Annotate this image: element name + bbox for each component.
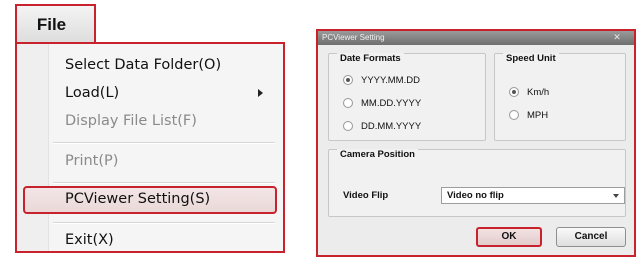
video-flip-select[interactable]: Video no flip <box>441 187 625 204</box>
date-formats-title: Date Formats <box>337 53 404 65</box>
speed-unit-title: Speed Unit <box>503 53 559 65</box>
radio-selected-icon[interactable] <box>343 75 353 85</box>
video-flip-value: Video no flip <box>447 190 504 201</box>
cancel-button[interactable]: Cancel <box>556 227 626 247</box>
menu-item-pcviewer-setting[interactable]: PCViewer Setting(S) <box>23 186 277 214</box>
file-menu-tab[interactable]: File <box>15 4 96 44</box>
menu-item-label: PCViewer Setting(S) <box>65 191 211 207</box>
radio-speed-mph[interactable]: MPH <box>509 108 548 122</box>
menu-item-exit[interactable]: Exit(X) <box>51 227 277 253</box>
radio-icon[interactable] <box>343 121 353 131</box>
radio-date-mm-dd-yyyy[interactable]: MM.DD.YYYY <box>343 96 421 110</box>
radio-selected-icon[interactable] <box>509 87 519 97</box>
radio-date-dd-mm-yyyy[interactable]: DD.MM.YYYY <box>343 119 421 133</box>
radio-icon[interactable] <box>343 98 353 108</box>
radio-speed-kmh[interactable]: Km/h <box>509 85 549 99</box>
radio-label: DD.MM.YYYY <box>361 120 422 132</box>
video-flip-label: Video Flip <box>343 190 389 201</box>
submenu-arrow-icon <box>258 89 263 97</box>
ok-button[interactable]: OK <box>476 227 542 247</box>
close-icon[interactable]: ✕ <box>606 31 628 43</box>
menu-item-label: Print(P) <box>65 153 119 169</box>
radio-label: Km/h <box>527 86 550 98</box>
dialog-title-bar[interactable]: PCViewer Setting ✕ <box>318 31 634 45</box>
menu-item-label: Load(L) <box>65 85 120 101</box>
radio-label: YYYY.MM.DD <box>361 74 420 86</box>
menu-item-display-file-list: Display File List(F) <box>51 108 277 134</box>
pcviewer-setting-dialog: PCViewer Setting ✕ Date Formats YYYY.MM.… <box>316 29 636 257</box>
date-formats-group: Date Formats YYYY.MM.DD MM.DD.YYYY DD.MM… <box>328 53 486 141</box>
radio-date-yyyy-mm-dd[interactable]: YYYY.MM.DD <box>343 73 420 87</box>
speed-unit-group: Speed Unit Km/h MPH <box>494 53 626 141</box>
radio-label: MPH <box>527 109 549 121</box>
menu-item-load[interactable]: Load(L) <box>51 80 277 106</box>
menu-item-label: Display File List(F) <box>65 113 197 129</box>
menu-item-print: Print(P) <box>51 148 277 174</box>
camera-position-group: Camera Position Video Flip Video no flip <box>328 149 626 217</box>
menu-separator <box>53 222 275 224</box>
camera-position-title: Camera Position <box>337 149 418 161</box>
menu-icon-gutter <box>17 44 49 251</box>
dialog-title: PCViewer Setting <box>322 33 385 42</box>
radio-label: MM.DD.YYYY <box>361 97 422 109</box>
file-menu-dropdown: Select Data Folder(O) Load(L) Display Fi… <box>15 42 285 253</box>
menu-separator <box>53 182 275 184</box>
menu-item-select-data-folder[interactable]: Select Data Folder(O) <box>51 52 277 78</box>
menu-separator <box>53 142 275 144</box>
menu-item-label: Exit(X) <box>65 232 114 248</box>
chevron-down-icon[interactable] <box>613 194 619 198</box>
menu-item-label: Select Data Folder(O) <box>65 57 222 73</box>
radio-icon[interactable] <box>509 110 519 120</box>
